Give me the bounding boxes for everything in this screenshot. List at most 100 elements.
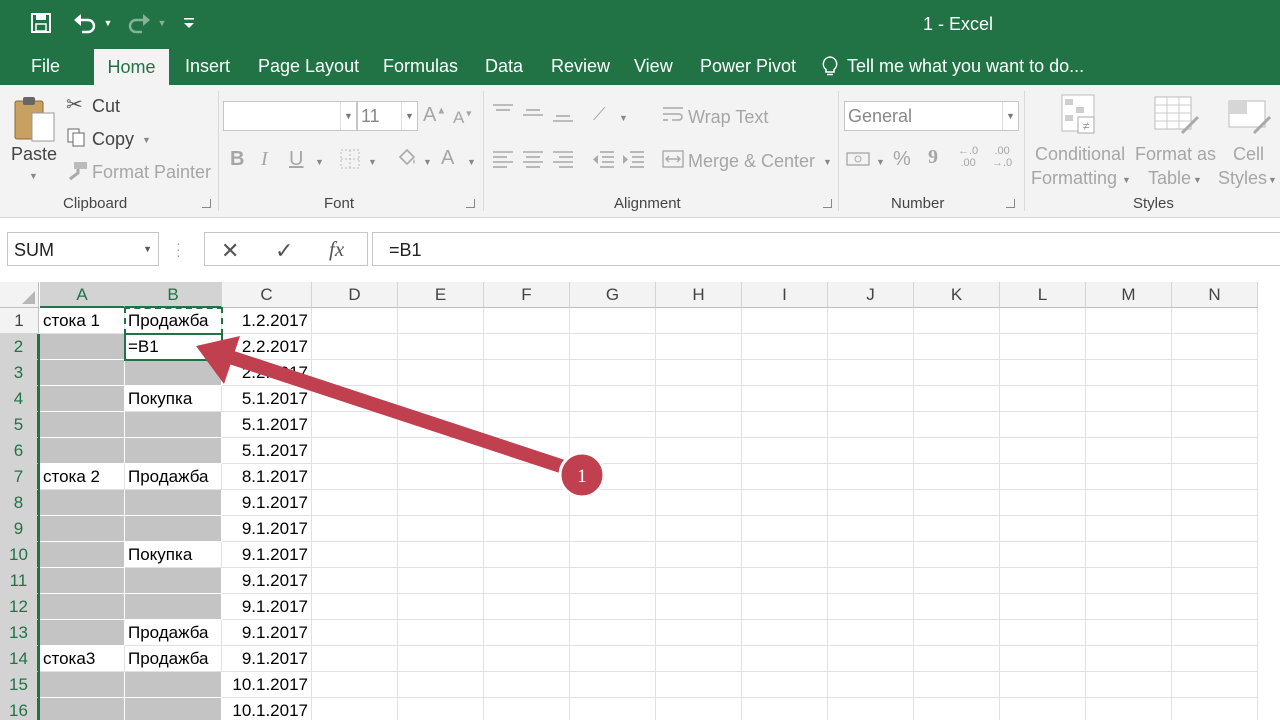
cell-h6[interactable] [656, 438, 742, 464]
cell-c14[interactable]: 9.1.2017 [222, 646, 312, 672]
cell-c2[interactable]: 2.2.2017 [222, 334, 312, 360]
cell-g4[interactable] [570, 386, 656, 412]
percent-style-icon[interactable]: % [893, 149, 911, 169]
decrease-decimal-icon[interactable]: .00 →.0 [992, 145, 1012, 169]
cell-styles-icon[interactable] [1226, 93, 1274, 141]
cell-d3[interactable] [312, 360, 398, 386]
cell-m1[interactable] [1086, 308, 1172, 334]
cell-l9[interactable] [1000, 516, 1086, 542]
cell-b2[interactable]: =B1 [125, 334, 222, 360]
cell-m13[interactable] [1086, 620, 1172, 646]
conditional-formatting-dropdown-icon[interactable]: ▼ [1122, 175, 1131, 185]
cell-f9[interactable] [484, 516, 570, 542]
row-header-9[interactable]: 9 [0, 516, 39, 542]
cell-g14[interactable] [570, 646, 656, 672]
cell-k6[interactable] [914, 438, 1000, 464]
row-header-15[interactable]: 15 [0, 672, 39, 698]
cell-l1[interactable] [1000, 308, 1086, 334]
cell-i3[interactable] [742, 360, 828, 386]
cell-d1[interactable] [312, 308, 398, 334]
underline-icon[interactable]: U [289, 149, 303, 169]
cell-k13[interactable] [914, 620, 1000, 646]
tell-me-search[interactable]: Tell me what you want to do... [847, 48, 1084, 85]
font-color-dropdown-icon[interactable]: ▼ [467, 157, 476, 167]
cell-a11[interactable] [40, 568, 125, 594]
insert-function-icon[interactable]: fx [329, 237, 344, 262]
cell-e3[interactable] [398, 360, 484, 386]
cell-a5[interactable] [40, 412, 125, 438]
cell-l12[interactable] [1000, 594, 1086, 620]
cell-e1[interactable] [398, 308, 484, 334]
cell-g10[interactable] [570, 542, 656, 568]
cell-i1[interactable] [742, 308, 828, 334]
cell-b8[interactable] [125, 490, 222, 516]
cell-k10[interactable] [914, 542, 1000, 568]
cell-c3[interactable]: 2.2.2017 [222, 360, 312, 386]
cell-d11[interactable] [312, 568, 398, 594]
increase-indent-icon[interactable] [621, 149, 645, 173]
tab-page-layout[interactable]: Page Layout [258, 48, 359, 85]
cell-e5[interactable] [398, 412, 484, 438]
row-header-11[interactable]: 11 [0, 568, 39, 594]
cell-m6[interactable] [1086, 438, 1172, 464]
column-header-c[interactable]: C [222, 282, 312, 308]
underline-dropdown-icon[interactable]: ▼ [315, 157, 324, 167]
cell-i8[interactable] [742, 490, 828, 516]
cell-k11[interactable] [914, 568, 1000, 594]
cell-i11[interactable] [742, 568, 828, 594]
cell-n12[interactable] [1172, 594, 1258, 620]
cell-b3[interactable] [125, 360, 222, 386]
number-launcher-icon[interactable] [1006, 199, 1015, 208]
cell-j4[interactable] [828, 386, 914, 412]
cell-j7[interactable] [828, 464, 914, 490]
cell-n15[interactable] [1172, 672, 1258, 698]
fill-color-dropdown-icon[interactable]: ▼ [423, 157, 432, 167]
cell-f16[interactable] [484, 698, 570, 720]
row-header-7[interactable]: 7 [0, 464, 39, 490]
font-launcher-icon[interactable] [466, 199, 475, 208]
cell-g2[interactable] [570, 334, 656, 360]
cell-b11[interactable] [125, 568, 222, 594]
cell-g11[interactable] [570, 568, 656, 594]
cell-b6[interactable] [125, 438, 222, 464]
column-header-j[interactable]: J [828, 282, 914, 308]
cell-n4[interactable] [1172, 386, 1258, 412]
cell-l14[interactable] [1000, 646, 1086, 672]
cell-b12[interactable] [125, 594, 222, 620]
wrap-text-button[interactable]: Wrap Text [688, 107, 768, 128]
cell-a10[interactable] [40, 542, 125, 568]
align-right-icon[interactable] [552, 149, 574, 173]
cell-j16[interactable] [828, 698, 914, 720]
merge-center-dropdown-icon[interactable]: ▼ [823, 157, 832, 167]
cell-h9[interactable] [656, 516, 742, 542]
row-header-8[interactable]: 8 [0, 490, 39, 516]
bottom-align-icon[interactable] [552, 107, 574, 127]
cell-k2[interactable] [914, 334, 1000, 360]
alignment-launcher-icon[interactable] [823, 199, 832, 208]
cell-f4[interactable] [484, 386, 570, 412]
cell-a13[interactable] [40, 620, 125, 646]
cell-l13[interactable] [1000, 620, 1086, 646]
borders-dropdown-icon[interactable]: ▼ [368, 157, 377, 167]
cell-m3[interactable] [1086, 360, 1172, 386]
increase-decimal-icon[interactable]: ←.0.00 [958, 145, 978, 169]
cell-d6[interactable] [312, 438, 398, 464]
cell-f13[interactable] [484, 620, 570, 646]
cell-c12[interactable]: 9.1.2017 [222, 594, 312, 620]
accounting-format-icon[interactable] [846, 149, 870, 173]
cell-c9[interactable]: 9.1.2017 [222, 516, 312, 542]
cell-d16[interactable] [312, 698, 398, 720]
row-header-12[interactable]: 12 [0, 594, 39, 620]
cell-g6[interactable] [570, 438, 656, 464]
cell-h1[interactable] [656, 308, 742, 334]
cell-l4[interactable] [1000, 386, 1086, 412]
cell-j9[interactable] [828, 516, 914, 542]
cell-g5[interactable] [570, 412, 656, 438]
cell-l5[interactable] [1000, 412, 1086, 438]
cell-n2[interactable] [1172, 334, 1258, 360]
cell-a7[interactable]: стока 2 [40, 464, 125, 490]
cell-a16[interactable] [40, 698, 125, 720]
row-header-6[interactable]: 6 [0, 438, 39, 464]
row-header-10[interactable]: 10 [0, 542, 39, 568]
cell-i14[interactable] [742, 646, 828, 672]
